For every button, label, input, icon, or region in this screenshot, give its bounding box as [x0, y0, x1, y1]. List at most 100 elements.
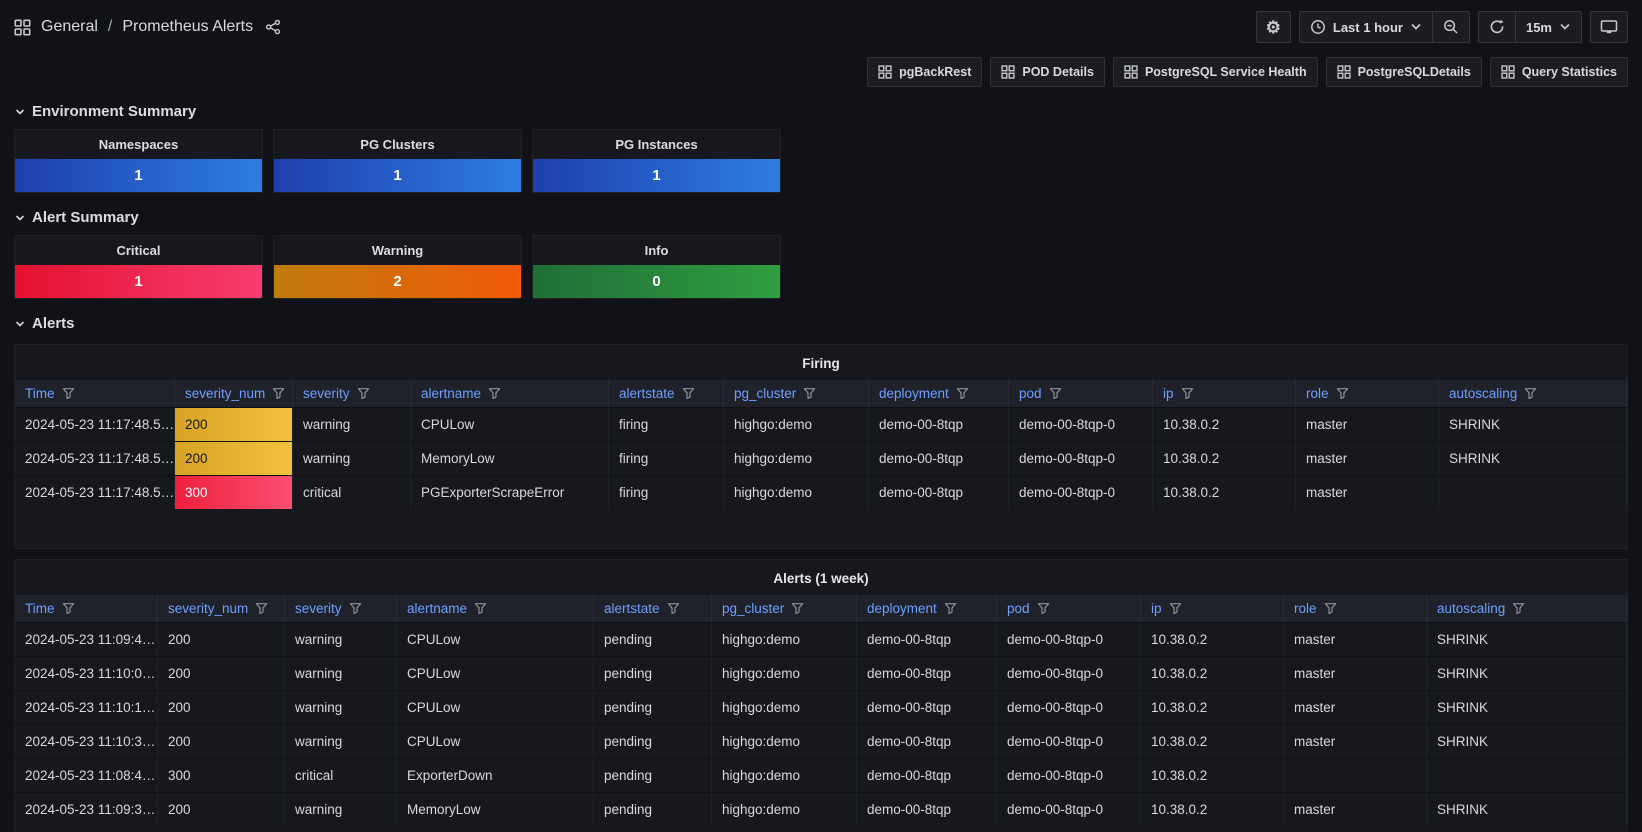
dashboard-link-postgresqldetails[interactable]: PostgreSQLDetails — [1326, 57, 1482, 87]
kiosk-mode-button[interactable] — [1590, 11, 1628, 43]
cell-autoscaling: SHRINK — [1427, 792, 1627, 826]
column-label: role — [1294, 601, 1317, 616]
cell-time: 2024-05-23 11:10:1… — [15, 690, 158, 724]
cell-severity-num: 200 — [158, 792, 285, 826]
cell-alertname: CPULow — [397, 690, 594, 724]
column-header-severity[interactable]: severity — [293, 380, 411, 407]
column-header-pg-cluster[interactable]: pg_cluster — [724, 380, 869, 407]
column-header-alertstate[interactable]: alertstate — [594, 595, 712, 622]
chevron-down-icon — [14, 212, 26, 224]
section-header-alert-summary[interactable]: Alert Summary — [14, 209, 1628, 226]
filter-icon[interactable] — [1169, 602, 1182, 615]
filter-icon[interactable] — [357, 387, 370, 400]
column-header-severity-num[interactable]: severity_num — [158, 595, 285, 622]
column-header-ip[interactable]: ip — [1153, 380, 1296, 407]
column-header-alertname[interactable]: alertname — [411, 380, 609, 407]
column-header-role[interactable]: role — [1284, 595, 1427, 622]
filter-icon[interactable] — [1512, 602, 1525, 615]
breadcrumb-section[interactable]: General — [41, 18, 98, 36]
firing-panel: Firing Timeseverity_numseverityalertname… — [14, 344, 1628, 549]
column-header-role[interactable]: role — [1296, 380, 1439, 407]
filter-icon[interactable] — [62, 602, 75, 615]
cell-autoscaling — [1427, 758, 1627, 792]
cell-role: master — [1296, 475, 1439, 509]
dashboard-link-postgresql-service-health[interactable]: PostgreSQL Service Health — [1113, 57, 1318, 87]
cell-time: 2024-05-23 11:09:4… — [15, 622, 158, 656]
alerts-week-table: Timeseverity_numseverityalertnamealertst… — [15, 595, 1627, 826]
column-header-pod[interactable]: pod — [1009, 380, 1153, 407]
cell-alertname: MemoryLow — [397, 792, 594, 826]
apps-icon — [1337, 65, 1351, 79]
stat-value: 1 — [15, 159, 262, 192]
section-title: Alert Summary — [32, 209, 139, 226]
filter-icon[interactable] — [349, 602, 362, 615]
stat-panel-info: Info 0 — [532, 235, 781, 299]
cell-alertstate: firing — [609, 475, 724, 509]
column-header-alertstate[interactable]: alertstate — [609, 380, 724, 407]
cell-severity-num: 200 — [175, 407, 293, 441]
stat-panel-critical: Critical 1 — [14, 235, 263, 299]
column-header-severity[interactable]: severity — [285, 595, 397, 622]
column-header-severity-num[interactable]: severity_num — [175, 380, 293, 407]
column-header-alertname[interactable]: alertname — [397, 595, 594, 622]
filter-icon[interactable] — [791, 602, 804, 615]
cell-severity-num: 200 — [158, 724, 285, 758]
filter-icon[interactable] — [803, 387, 816, 400]
column-header-deployment[interactable]: deployment — [869, 380, 1009, 407]
time-range-picker[interactable]: Last 1 hour — [1300, 12, 1432, 42]
column-header-autoscaling[interactable]: autoscaling — [1427, 595, 1627, 622]
column-header-pod[interactable]: pod — [997, 595, 1141, 622]
column-label: role — [1306, 386, 1329, 401]
zoom-out-button[interactable] — [1432, 12, 1469, 42]
filter-icon[interactable] — [255, 602, 268, 615]
section-header-alerts[interactable]: Alerts — [14, 315, 1628, 332]
filter-icon[interactable] — [272, 387, 285, 400]
filter-icon[interactable] — [667, 602, 680, 615]
cell-time: 2024-05-23 11:08:4… — [15, 758, 158, 792]
chevron-down-icon — [1410, 21, 1422, 33]
filter-icon[interactable] — [956, 387, 969, 400]
column-label: deployment — [867, 601, 937, 616]
refresh-group: 15m — [1478, 11, 1582, 43]
dashboard-link-pod-details[interactable]: POD Details — [990, 57, 1105, 87]
settings-button[interactable]: ⚙ — [1256, 11, 1291, 43]
share-icon[interactable] — [265, 19, 281, 35]
cell-alertstate: pending — [594, 792, 712, 826]
cell-severity-num: 200 — [175, 441, 293, 475]
filter-icon[interactable] — [944, 602, 957, 615]
filter-icon[interactable] — [62, 387, 75, 400]
refresh-interval-dropdown[interactable]: 15m — [1515, 12, 1581, 42]
section-header-environment-summary[interactable]: Environment Summary — [14, 103, 1628, 120]
cell-severity-num: 300 — [175, 475, 293, 509]
column-header-ip[interactable]: ip — [1141, 595, 1284, 622]
filter-icon[interactable] — [682, 387, 695, 400]
cell-pg-cluster: highgo:demo — [712, 758, 857, 792]
cell-alertname: MemoryLow — [411, 441, 609, 475]
filter-icon[interactable] — [1181, 387, 1194, 400]
filter-icon[interactable] — [1336, 387, 1349, 400]
dashboard-link-query-statistics[interactable]: Query Statistics — [1490, 57, 1628, 87]
filter-icon[interactable] — [1524, 387, 1537, 400]
apps-icon — [1501, 65, 1515, 79]
filter-icon[interactable] — [1324, 602, 1337, 615]
column-header-deployment[interactable]: deployment — [857, 595, 997, 622]
dashboard-link-label: POD Details — [1022, 65, 1094, 79]
filter-icon[interactable] — [1049, 387, 1062, 400]
cell-deployment: demo-00-8tqp — [857, 656, 997, 690]
cell-role: master — [1284, 724, 1427, 758]
filter-icon[interactable] — [474, 602, 487, 615]
column-header-time[interactable]: Time — [15, 595, 158, 622]
filter-icon[interactable] — [488, 387, 501, 400]
cell-role — [1284, 758, 1427, 792]
cell-deployment: demo-00-8tqp — [857, 758, 997, 792]
filter-icon[interactable] — [1037, 602, 1050, 615]
dashboard-link-pgbackrest[interactable]: pgBackRest — [867, 57, 982, 87]
cell-severity-num: 200 — [158, 656, 285, 690]
column-header-pg-cluster[interactable]: pg_cluster — [712, 595, 857, 622]
dashboard-links-row: pgBackRest POD Details PostgreSQL Servic… — [0, 54, 1642, 87]
refresh-button[interactable] — [1479, 12, 1515, 42]
column-header-time[interactable]: Time — [15, 380, 175, 407]
stat-title: Critical — [15, 236, 262, 265]
breadcrumb-page[interactable]: Prometheus Alerts — [122, 18, 253, 36]
column-header-autoscaling[interactable]: autoscaling — [1439, 380, 1627, 407]
